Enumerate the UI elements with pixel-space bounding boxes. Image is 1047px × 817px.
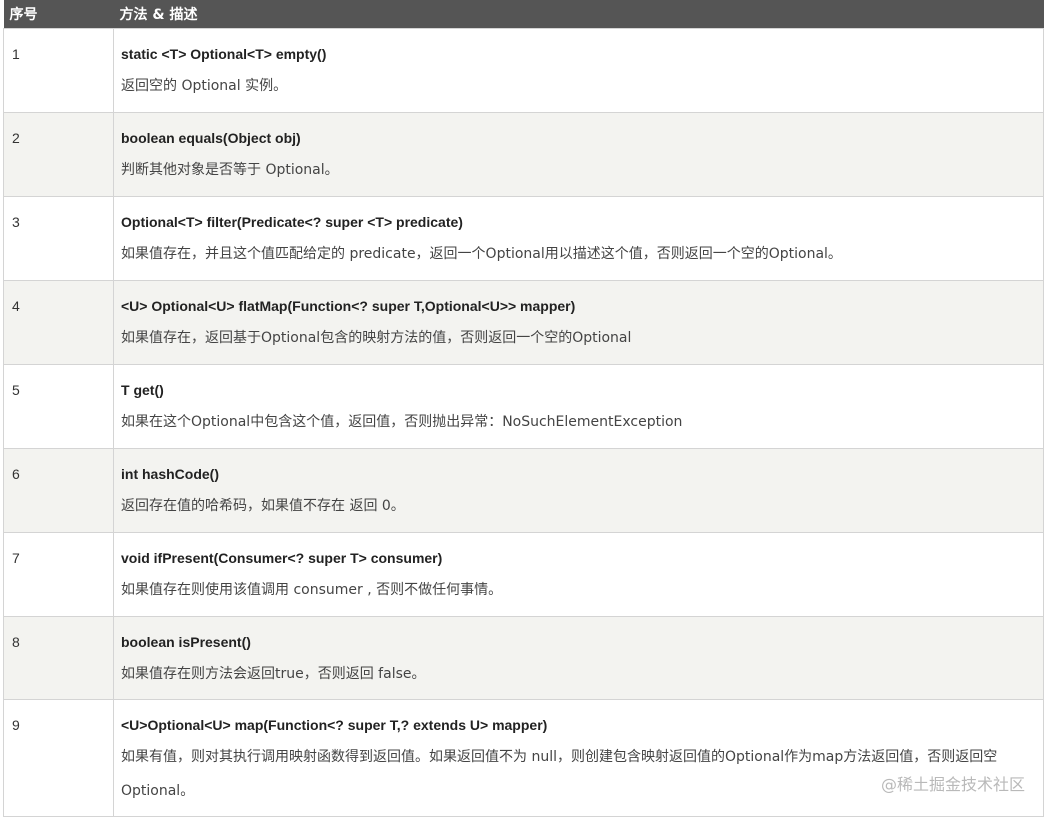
header-num: 序号 xyxy=(9,6,38,23)
method-signature: Optional<T> filter(Predicate<? super <T>… xyxy=(121,213,463,230)
watermark: @稀土掘金技术社区 xyxy=(880,775,1025,794)
method-signature: <U> Optional<U> flatMap(Function<? super… xyxy=(121,297,576,314)
row-number: 2 xyxy=(3,111,114,197)
table-row: 5 T get() 如果在这个Optional中包含这个值，返回值，否则抛出异常… xyxy=(3,363,1044,449)
row-number: 3 xyxy=(3,195,114,281)
method-signature: static <T> Optional<T> empty() xyxy=(121,45,327,62)
method-signature: T get() xyxy=(121,381,164,398)
method-signature: <U>Optional<U> map(Function<? super T,? … xyxy=(121,716,548,733)
row-content: <U> Optional<U> flatMap(Function<? super… xyxy=(113,279,1044,365)
method-signature: boolean isPresent() xyxy=(121,633,251,650)
method-description: 判断其他对象是否等于 Optional。 xyxy=(121,161,339,178)
table-row: 6 int hashCode() 返回存在值的哈希码，如果值不存在 返回 0。 xyxy=(3,447,1044,533)
method-description: 如果值存在则使用该值调用 consumer , 否则不做任何事情。 xyxy=(121,581,503,598)
method-description: 如果值存在，返回基于Optional包含的映射方法的值，否则返回一个空的Opti… xyxy=(121,329,632,346)
row-number: 5 xyxy=(3,363,114,449)
table-header: 序号 方法 & 描述 xyxy=(3,0,1044,28)
row-content: boolean isPresent() 如果值存在则方法会返回true，否则返回… xyxy=(113,615,1044,700)
table-row: 4 <U> Optional<U> flatMap(Function<? sup… xyxy=(3,279,1044,365)
method-description: 如果值存在则方法会返回true，否则返回 false。 xyxy=(121,665,426,682)
method-description: 返回空的 Optional 实例。 xyxy=(121,77,288,94)
page: 序号 方法 & 描述 1 static <T> Optional<T> empt… xyxy=(0,0,1047,817)
table-row: 2 boolean equals(Object obj) 判断其他对象是否等于 … xyxy=(3,111,1044,197)
table-row: 8 boolean isPresent() 如果值存在则方法会返回true，否则… xyxy=(3,615,1044,700)
table-row: 1 static <T> Optional<T> empty() 返回空的 Op… xyxy=(3,27,1044,113)
row-content: <U>Optional<U> map(Function<? super T,? … xyxy=(113,698,1044,817)
row-content: static <T> Optional<T> empty() 返回空的 Opti… xyxy=(113,27,1044,113)
method-signature: boolean equals(Object obj) xyxy=(121,129,301,146)
method-description: 如果值存在，并且这个值匹配给定的 predicate，返回一个Optional用… xyxy=(121,245,842,262)
method-signature: void ifPresent(Consumer<? super T> consu… xyxy=(121,549,443,566)
row-number: 6 xyxy=(3,447,114,533)
row-content: Optional<T> filter(Predicate<? super <T>… xyxy=(113,195,1044,281)
header-method-desc: 方法 & 描述 xyxy=(119,6,198,23)
row-number: 1 xyxy=(3,27,114,113)
table-row: 9 <U>Optional<U> map(Function<? super T,… xyxy=(3,698,1044,817)
method-description: 返回存在值的哈希码，如果值不存在 返回 0。 xyxy=(121,497,405,514)
row-content: void ifPresent(Consumer<? super T> consu… xyxy=(113,531,1044,617)
row-content: int hashCode() 返回存在值的哈希码，如果值不存在 返回 0。 xyxy=(113,447,1044,533)
row-number: 4 xyxy=(3,279,114,365)
row-number: 8 xyxy=(3,615,114,700)
methods-table: 序号 方法 & 描述 1 static <T> Optional<T> empt… xyxy=(3,0,1044,817)
row-content: T get() 如果在这个Optional中包含这个值，返回值，否则抛出异常：N… xyxy=(113,363,1044,449)
method-signature: int hashCode() xyxy=(121,465,219,482)
table-row: 7 void ifPresent(Consumer<? super T> con… xyxy=(3,531,1044,617)
row-number: 7 xyxy=(3,531,114,617)
row-content: boolean equals(Object obj) 判断其他对象是否等于 Op… xyxy=(113,111,1044,197)
table-header-row: 序号 方法 & 描述 xyxy=(3,0,1044,28)
table-row: 3 Optional<T> filter(Predicate<? super <… xyxy=(3,195,1044,281)
row-number: 9 xyxy=(3,698,114,817)
method-description: 如果在这个Optional中包含这个值，返回值，否则抛出异常：NoSuchEle… xyxy=(121,413,683,430)
